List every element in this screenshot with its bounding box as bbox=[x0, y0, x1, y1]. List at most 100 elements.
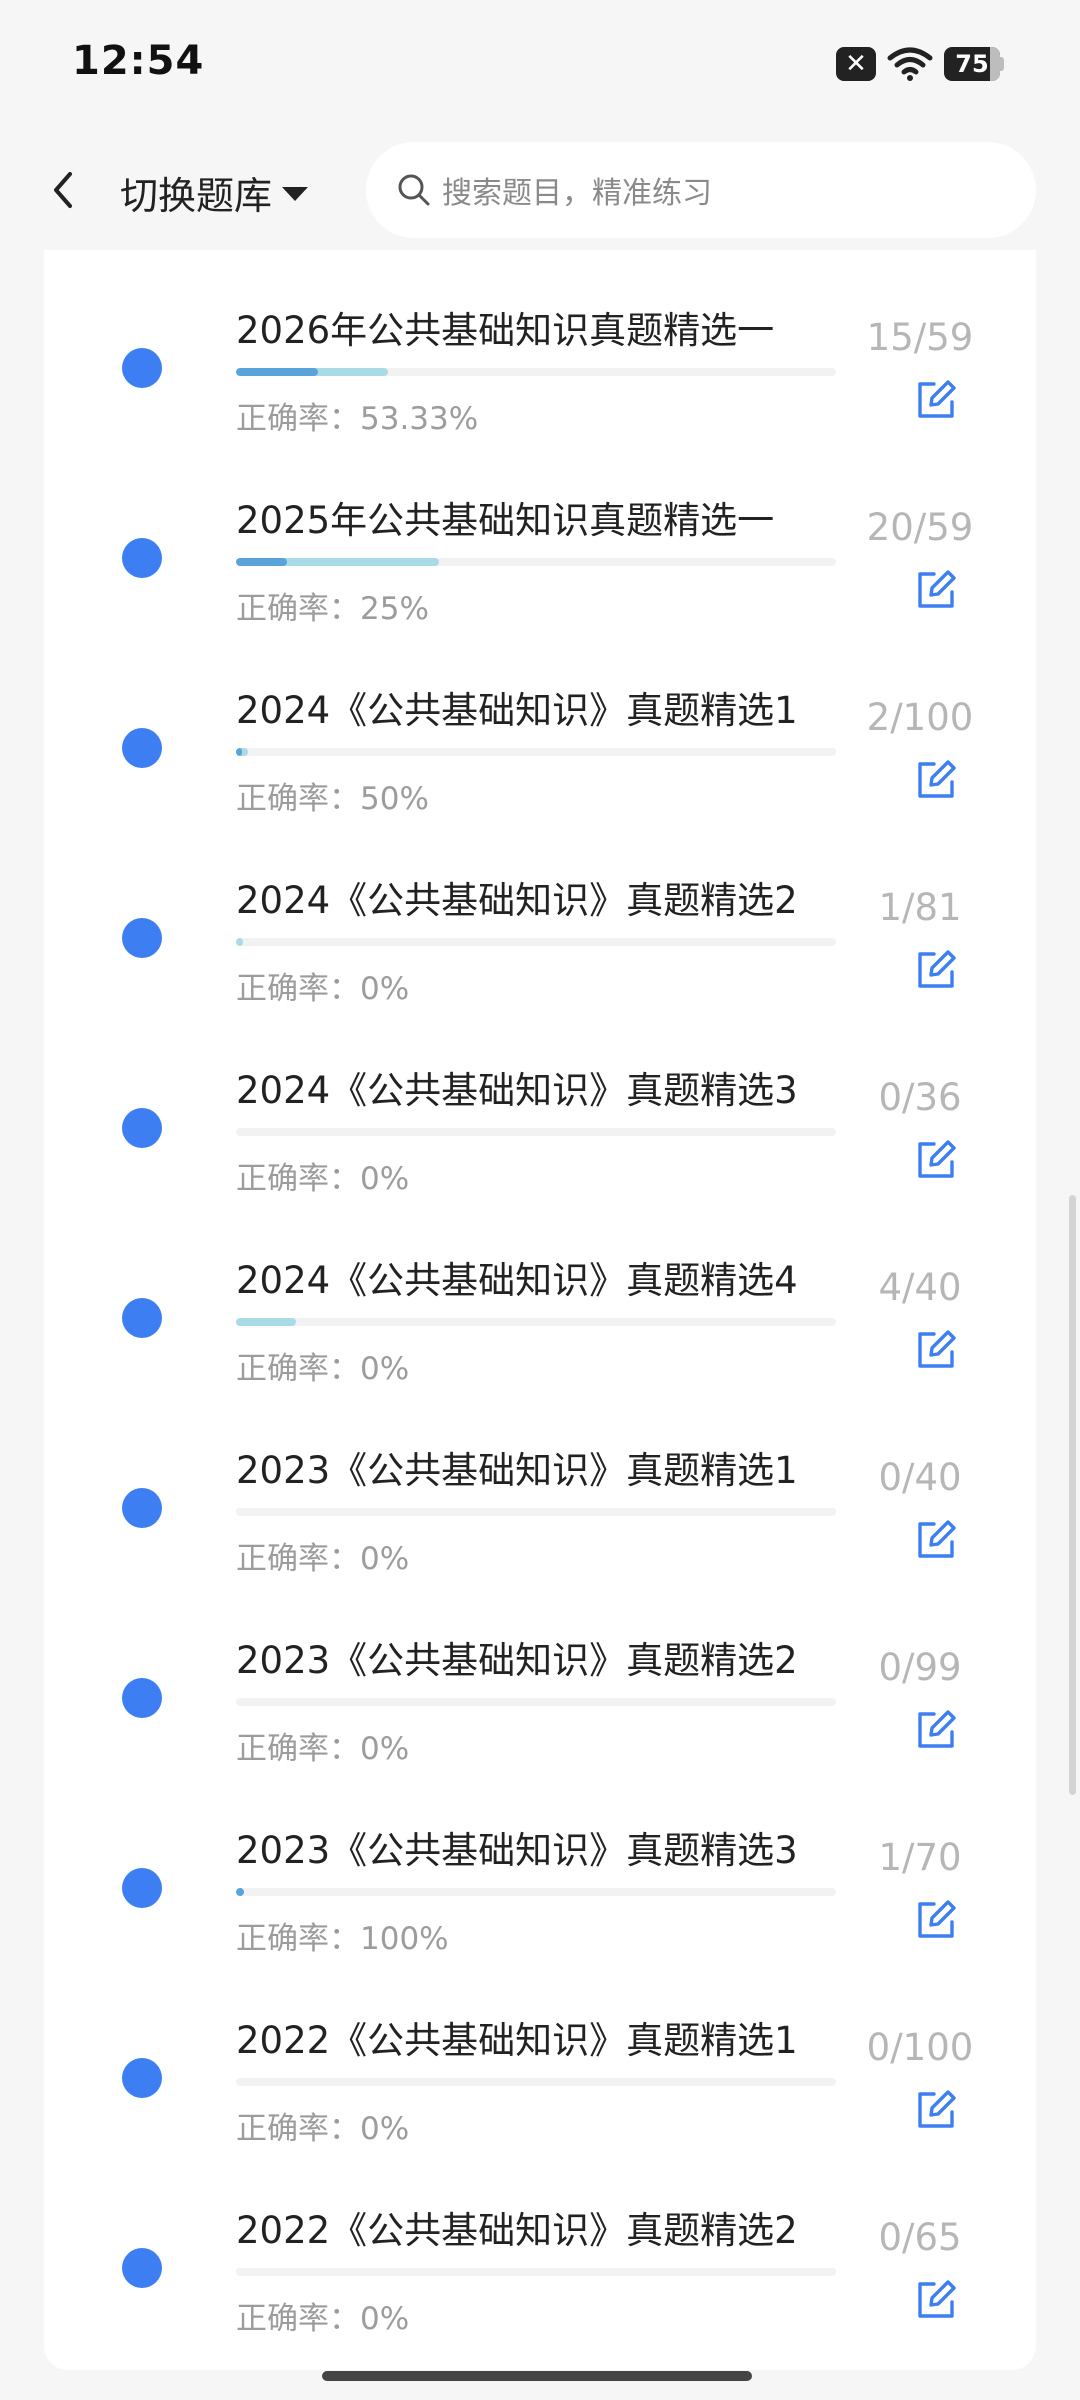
progress-bar bbox=[236, 2268, 836, 2276]
list-item[interactable]: 2023《公共基础知识》真题精选3 正确率：100% 1/70 bbox=[44, 1770, 1036, 1960]
edit-icon[interactable] bbox=[914, 1328, 958, 1372]
progress-count: 0/99 bbox=[878, 1646, 962, 1689]
progress-bar bbox=[236, 1888, 836, 1896]
accuracy-text: 正确率：0% bbox=[236, 1161, 410, 1197]
status-dot bbox=[122, 2058, 162, 2098]
progress-correct bbox=[236, 748, 242, 756]
accuracy-text: 正确率：0% bbox=[236, 1351, 410, 1387]
progress-count: 1/70 bbox=[878, 1836, 962, 1879]
list-item[interactable]: 2023《公共基础知识》真题精选1 正确率：0% 0/40 bbox=[44, 1390, 1036, 1580]
accuracy-text: 正确率：0% bbox=[236, 1541, 410, 1577]
progress-bar bbox=[236, 1698, 836, 1706]
status-dot bbox=[122, 1868, 162, 1908]
switch-bank-label: 切换题库 bbox=[120, 173, 273, 218]
progress-bar bbox=[236, 938, 836, 946]
progress-count: 4/40 bbox=[878, 1266, 962, 1309]
status-dot bbox=[122, 2248, 162, 2288]
edit-icon[interactable] bbox=[914, 1518, 958, 1562]
edit-icon[interactable] bbox=[914, 758, 958, 802]
progress-bar bbox=[236, 368, 836, 376]
progress-bar bbox=[236, 1128, 836, 1136]
list-item[interactable]: 2024《公共基础知识》真题精选3 正确率：0% 0/36 bbox=[44, 1010, 1036, 1200]
status-icons: ✕ 75 bbox=[836, 44, 1004, 84]
status-dot bbox=[122, 1678, 162, 1718]
list-item[interactable]: 2022《公共基础知识》真题精选2 正确率：0% 0/65 bbox=[44, 2150, 1036, 2340]
status-dot bbox=[122, 348, 162, 388]
progress-bar bbox=[236, 748, 836, 756]
progress-count: 2/100 bbox=[866, 696, 974, 739]
list-item[interactable]: 2024《公共基础知识》真题精选2 正确率：0% 1/81 bbox=[44, 820, 1036, 1010]
edit-icon[interactable] bbox=[914, 1708, 958, 1752]
edit-icon[interactable] bbox=[914, 948, 958, 992]
edit-icon[interactable] bbox=[914, 568, 958, 612]
list-item[interactable]: 2023《公共基础知识》真题精选2 正确率：0% 0/99 bbox=[44, 1580, 1036, 1770]
status-dot bbox=[122, 918, 162, 958]
progress-answered bbox=[236, 938, 244, 946]
status-dot bbox=[122, 538, 162, 578]
progress-count: 20/59 bbox=[866, 506, 974, 549]
edit-icon[interactable] bbox=[914, 2088, 958, 2132]
edit-icon[interactable] bbox=[914, 2278, 958, 2322]
progress-bar bbox=[236, 558, 836, 566]
progress-count: 1/81 bbox=[878, 886, 962, 929]
wifi-icon bbox=[887, 47, 933, 81]
item-title: 2022《公共基础知识》真题精选1 bbox=[236, 2019, 798, 2062]
status-bar: 12:54 ✕ 75 bbox=[0, 0, 1080, 130]
item-title: 2024《公共基础知识》真题精选4 bbox=[236, 1259, 798, 1302]
status-dot bbox=[122, 1108, 162, 1148]
progress-correct bbox=[236, 368, 318, 376]
progress-count: 0/40 bbox=[878, 1456, 962, 1499]
progress-count: 0/65 bbox=[878, 2216, 962, 2259]
progress-count: 15/59 bbox=[866, 316, 974, 359]
list-item[interactable]: 2024《公共基础知识》真题精选1 正确率：50% 2/100 bbox=[44, 630, 1036, 820]
home-indicator[interactable] bbox=[322, 2371, 752, 2381]
header: 切换题库 搜索题目，精准练习 bbox=[0, 130, 1080, 250]
item-title: 2023《公共基础知识》真题精选2 bbox=[236, 1639, 798, 1682]
list-item[interactable]: 2022《公共基础知识》真题精选1 正确率：0% 0/100 bbox=[44, 1960, 1036, 2150]
accuracy-text: 正确率：0% bbox=[236, 2301, 410, 2337]
switch-bank-dropdown[interactable]: 切换题库 bbox=[120, 160, 309, 224]
item-title: 2024《公共基础知识》真题精选3 bbox=[236, 1069, 798, 1112]
no-sim-icon: ✕ bbox=[836, 47, 876, 81]
list-item[interactable]: 2025年公共基础知识真题精选一 正确率：25% 20/59 bbox=[44, 440, 1036, 630]
status-dot bbox=[122, 1488, 162, 1528]
search-placeholder: 搜索题目，精准练习 bbox=[442, 176, 712, 211]
status-time: 12:54 bbox=[72, 38, 205, 84]
accuracy-text: 正确率：0% bbox=[236, 2111, 410, 2147]
status-dot bbox=[122, 1298, 162, 1338]
accuracy-text: 正确率：100% bbox=[236, 1921, 449, 1957]
list-item[interactable]: 2024《公共基础知识》真题精选4 正确率：0% 4/40 bbox=[44, 1200, 1036, 1390]
progress-correct bbox=[236, 1888, 245, 1896]
progress-correct bbox=[236, 558, 287, 566]
item-title: 2024《公共基础知识》真题精选1 bbox=[236, 689, 798, 732]
search-icon bbox=[398, 174, 430, 206]
accuracy-text: 正确率：25% bbox=[236, 591, 429, 627]
battery-level: 75 bbox=[955, 50, 989, 78]
accuracy-text: 正确率：0% bbox=[236, 1731, 410, 1767]
edit-icon[interactable] bbox=[914, 1138, 958, 1182]
search-input[interactable]: 搜索题目，精准练习 bbox=[366, 142, 1036, 238]
progress-bar bbox=[236, 2078, 836, 2086]
edit-icon[interactable] bbox=[914, 378, 958, 422]
accuracy-text: 正确率：50% bbox=[236, 781, 429, 817]
question-bank-list: 2026年公共基础知识真题精选一 正确率：53.33% 15/59 2025年公… bbox=[44, 250, 1036, 2370]
progress-bar bbox=[236, 1318, 836, 1326]
status-dot bbox=[122, 728, 162, 768]
progress-count: 0/36 bbox=[878, 1076, 962, 1119]
item-title: 2024《公共基础知识》真题精选2 bbox=[236, 879, 798, 922]
scrollbar[interactable] bbox=[1069, 1195, 1076, 1795]
item-title: 2023《公共基础知识》真题精选3 bbox=[236, 1829, 798, 1872]
progress-count: 0/100 bbox=[866, 2026, 974, 2069]
list-item[interactable]: 2026年公共基础知识真题精选一 正确率：53.33% 15/59 bbox=[44, 250, 1036, 440]
accuracy-text: 正确率：53.33% bbox=[236, 401, 479, 437]
item-title: 2025年公共基础知识真题精选一 bbox=[236, 499, 775, 542]
item-title: 2026年公共基础知识真题精选一 bbox=[236, 309, 775, 352]
progress-bar bbox=[236, 1508, 836, 1516]
edit-icon[interactable] bbox=[914, 1898, 958, 1942]
battery-icon: 75 bbox=[944, 47, 1004, 81]
back-button[interactable] bbox=[40, 158, 84, 222]
accuracy-text: 正确率：0% bbox=[236, 971, 410, 1007]
caret-down-icon bbox=[282, 187, 309, 201]
item-title: 2023《公共基础知识》真题精选1 bbox=[236, 1449, 798, 1492]
item-title: 2022《公共基础知识》真题精选2 bbox=[236, 2209, 798, 2252]
